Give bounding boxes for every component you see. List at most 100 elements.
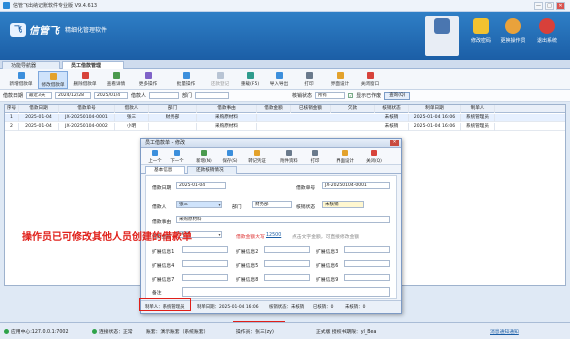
- dialog-tabs: 基本信息 还款核销情况: [141, 166, 401, 174]
- table-row[interactable]: 2 2025-01-04 JX-20250104-0002 小明 采购原材料 未…: [5, 123, 565, 131]
- switch-operator-button[interactable]: 更换操作员: [496, 16, 530, 56]
- add-loan-button[interactable]: 新增借款单: [6, 71, 36, 89]
- voucher-button[interactable]: 转记凭证: [245, 149, 269, 164]
- dialog-close-tool-button[interactable]: 关闭(Q): [363, 149, 385, 164]
- maximize-button[interactable]: □: [545, 2, 554, 10]
- exit-button[interactable]: 退出系统: [530, 16, 564, 56]
- ext3-input[interactable]: [344, 246, 390, 253]
- reason-input[interactable]: 采购原材料: [176, 216, 390, 223]
- cell-person: 张三: [115, 114, 149, 122]
- notification-link[interactable]: 消息通知通知: [490, 328, 519, 335]
- col-dept[interactable]: 部门: [149, 105, 197, 113]
- date-from-input[interactable]: 2024/12/28: [55, 92, 92, 99]
- tab-repayment[interactable]: 还款核销情况: [187, 166, 237, 174]
- col-person[interactable]: 借款人: [115, 105, 149, 113]
- query-button[interactable]: 查询(Q): [384, 91, 411, 100]
- ext5-label: 扩展信息5: [236, 264, 259, 269]
- ext6-label: 扩展信息6: [316, 264, 339, 269]
- design-button[interactable]: 界面设计: [326, 71, 354, 89]
- minimize-button[interactable]: —: [534, 2, 543, 10]
- more-actions-button[interactable]: 更多操作: [134, 71, 162, 89]
- settle-amount-link[interactable]: 12500: [266, 233, 281, 238]
- amount-dropdown-icon[interactable]: ▾: [217, 232, 222, 237]
- amount-words-label: 借款金额大写: [236, 235, 265, 240]
- batch-actions-button[interactable]: 批量操作: [172, 71, 200, 89]
- cell-dept: [149, 123, 197, 131]
- ext9-input[interactable]: [344, 274, 390, 281]
- prev-button[interactable]: 上一个: [145, 149, 165, 164]
- loan-date-input[interactable]: 2025-01-04: [176, 182, 226, 189]
- lock-icon: [473, 18, 489, 34]
- date-range-select[interactable]: 最近3天: [26, 92, 53, 99]
- close-window-icon: [366, 72, 374, 79]
- dialog-close-button[interactable]: ✕: [390, 140, 399, 146]
- person-input[interactable]: 张三: [176, 201, 222, 208]
- ext6-input[interactable]: [344, 260, 390, 267]
- person-filter-input[interactable]: [149, 92, 180, 99]
- repay-button[interactable]: 还款登记: [206, 71, 234, 89]
- exit-icon: [539, 18, 555, 34]
- dialog-design-button[interactable]: 界面设计: [333, 149, 357, 164]
- reload-icon: [246, 72, 254, 79]
- person-dropdown-icon[interactable]: ▾: [217, 202, 222, 207]
- attachment-button[interactable]: 附件资料: [277, 149, 301, 164]
- edition-info: 正式版 授权书期限：yl_Bea: [316, 330, 377, 335]
- delete-loan-button[interactable]: 删除借款单: [70, 71, 100, 89]
- change-password-button[interactable]: 修改密码: [464, 16, 498, 56]
- ext2-input[interactable]: [264, 246, 310, 253]
- view-detail-button[interactable]: 查看详情: [102, 71, 130, 89]
- print-button[interactable]: 打印: [298, 71, 320, 89]
- loan-code-label: 借款单号: [296, 186, 316, 191]
- ext8-input[interactable]: [264, 274, 310, 281]
- home-button[interactable]: [425, 16, 459, 56]
- loan-code-input[interactable]: JX-20250104-0001: [322, 182, 390, 189]
- new-button[interactable]: 新增(N): [193, 149, 215, 164]
- col-created[interactable]: 制单日期: [409, 105, 461, 113]
- ext4-input[interactable]: [182, 260, 228, 267]
- dept-filter-input[interactable]: [195, 92, 230, 99]
- col-code[interactable]: 借款单号: [59, 105, 115, 113]
- batch-icon: [182, 72, 190, 79]
- ext1-input[interactable]: [182, 246, 228, 253]
- dialog-print-button[interactable]: 打印: [307, 149, 323, 164]
- close-window-button[interactable]: 关闭窗口: [356, 71, 384, 89]
- tab-basic-info[interactable]: 基本信息: [145, 166, 185, 174]
- ext7-input[interactable]: [182, 274, 228, 281]
- import-export-button[interactable]: 导入导出: [264, 71, 294, 89]
- col-balance[interactable]: 欠款: [331, 105, 375, 113]
- edit-loan-button[interactable]: 修改借款单: [38, 71, 68, 89]
- next-button[interactable]: 下一个: [167, 149, 187, 164]
- print-icon: [305, 72, 313, 79]
- date-to-input[interactable]: 2025/01/4: [94, 92, 129, 99]
- app-logo: 飞 信管飞 精细化管理软件: [10, 22, 107, 37]
- col-amount[interactable]: 借款金额: [257, 105, 291, 113]
- ext5-input[interactable]: [264, 260, 310, 267]
- cell-date: 2025-01-04: [19, 114, 59, 122]
- dept-input[interactable]: 财务部: [252, 201, 292, 208]
- connection-info: 连接状态：正常: [92, 328, 133, 335]
- verify-status-input[interactable]: 未核销: [322, 201, 364, 208]
- note-input[interactable]: [182, 287, 390, 297]
- col-status[interactable]: 核销状态: [375, 105, 409, 113]
- show-closed-checkbox[interactable]: ✓: [348, 93, 354, 98]
- col-reason[interactable]: 借款事由: [197, 105, 257, 113]
- cell-code: JX-20250104-0002: [59, 123, 115, 131]
- tab-employee-loans[interactable]: 员工借款管理: [62, 61, 124, 69]
- col-date[interactable]: 借款日期: [19, 105, 59, 113]
- col-no[interactable]: 序号: [5, 105, 19, 113]
- table-row[interactable]: 1 2025-01-04 JX-20250104-0001 张三 财务部 采购原…: [5, 114, 565, 122]
- status-filter-select[interactable]: 所有: [315, 92, 346, 99]
- close-button[interactable]: ✕: [556, 2, 565, 10]
- cell-creator: 系统管理员: [461, 123, 495, 131]
- dept-filter-label: 部门: [182, 93, 193, 99]
- col-creator[interactable]: 制单人: [461, 105, 495, 113]
- save-button[interactable]: 保存(S): [219, 149, 241, 164]
- user-switch-icon: [505, 18, 521, 34]
- prev-icon: [152, 150, 158, 156]
- cell-created: 2025-01-04 16:06: [409, 114, 461, 122]
- date-filter-label: 借款日期: [3, 93, 24, 99]
- dialog-toolbar: 上一个 下一个 新增(N) 保存(S) 转记凭证 附件资料 打印 界面设计 关闭…: [141, 148, 401, 165]
- col-settled[interactable]: 已核销金额: [291, 105, 331, 113]
- reload-button[interactable]: 重载(F5): [236, 71, 264, 89]
- tab-navigator[interactable]: 功能导航器: [2, 61, 60, 69]
